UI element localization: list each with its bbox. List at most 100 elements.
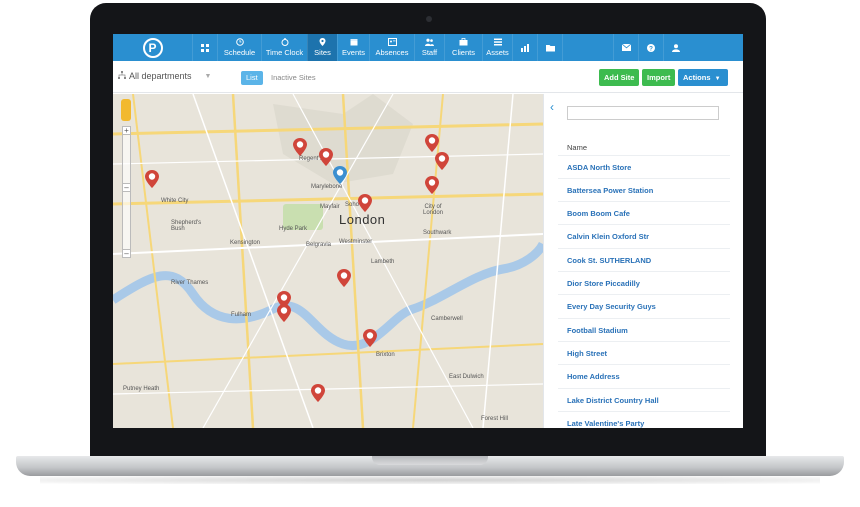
nav-label: Events [342,48,365,57]
site-list-item[interactable]: Every Day Security Guys [558,294,730,317]
site-list-item[interactable]: Dior Store Piccadilly [558,271,730,294]
map-pin-icon [318,38,327,46]
tab-inactive-sites[interactable]: Inactive Sites [271,71,316,85]
site-list-item[interactable]: Football Stadium [558,318,730,341]
site-list-item[interactable]: Lake District Country Hall [558,388,730,411]
org-tree-icon [118,71,126,81]
site-pin[interactable] [145,170,159,188]
zoom-slider[interactable]: + – – [122,126,131,258]
nav-sites[interactable]: Sites [307,34,337,61]
site-name: Calvin Klein Oxford Str [567,232,650,241]
site-pin-selected[interactable] [333,166,347,184]
map-label: East Dulwich [449,374,484,380]
logo-badge: P [142,37,163,58]
map-label: Hyde Park [279,226,308,232]
site-pin[interactable] [435,152,449,170]
site-list-item[interactable]: Battersea Power Station [558,178,730,201]
map-city-label: London [339,212,386,227]
sites-map[interactable]: + – – Regent's Marylebone Soho Mayfair C… [113,94,543,428]
nav-label: Sites [314,48,331,57]
map-label: Putney Heath [123,386,160,392]
zoom-out-icon[interactable]: – [122,249,131,258]
logo[interactable]: P [113,34,192,61]
site-pin[interactable] [358,194,372,212]
nav-label: Staff [421,48,438,57]
site-list-item[interactable]: ASDA North Store [558,155,730,178]
site-list-item[interactable]: Boom Boom Cafe [558,201,730,224]
laptop-shadow [40,476,820,484]
bar-chart-icon[interactable] [512,34,537,61]
id-card-icon [387,38,397,46]
stopwatch-icon [280,38,289,46]
tab-list[interactable]: List [241,71,263,85]
site-name: Boom Boom Cafe [567,209,630,218]
site-name: Late Valentine's Party [567,419,645,428]
nav-clients[interactable]: Clients [444,34,482,61]
map-label: Marylebone [311,184,343,190]
zoom-in-icon[interactable]: + [122,126,131,135]
site-list-item[interactable]: Late Valentine's Party [558,411,730,428]
map-label: White City [161,198,189,204]
site-name: High Street [567,349,608,358]
user-icon[interactable] [663,34,688,61]
nav-assets[interactable]: Assets [482,34,512,61]
laptop-notch [372,456,488,465]
site-pin[interactable] [311,384,325,402]
briefcase-icon [459,38,468,46]
site-list-item[interactable]: Home Address [558,364,730,387]
map-label: River Thames [171,280,209,286]
site-name: Battersea Power Station [567,186,654,195]
caret-down-icon: ▼ [714,76,721,82]
nav-label: Clients [452,48,475,57]
street-view-pegman-icon[interactable] [121,99,131,121]
site-list-item[interactable]: High Street [558,341,730,364]
calendar-icon [349,38,358,46]
map-label: Soho [345,202,360,208]
site-name: ASDA North Store [567,163,632,172]
list-icon [493,38,502,46]
collapse-chevron-left-icon[interactable]: ‹ [550,100,554,114]
help-icon[interactable]: ? [638,34,663,61]
nav-time-clock[interactable]: Time Clock [261,34,307,61]
toolbar: All departments ▼ List Inactive Sites Ad… [113,61,743,93]
map-label: Lambeth [371,259,395,265]
site-name: Lake District Country Hall [567,396,659,405]
site-pin[interactable] [337,269,351,287]
map-label: City of London [422,204,444,216]
map-label: Belgravia [306,242,332,248]
dashboard-grid-icon[interactable] [192,34,217,61]
site-pin[interactable] [425,134,439,152]
map-label: Fulham [231,312,252,318]
site-pin[interactable] [277,304,291,322]
nav-events[interactable]: Events [337,34,369,61]
map-label: Shepherd's Bush [171,220,202,232]
department-selector[interactable]: All departments ▼ [118,71,211,81]
site-name: Home Address [567,372,620,381]
nav-label: Assets [486,48,509,57]
import-button[interactable]: Import [642,69,676,86]
nav-label: Schedule [223,48,256,57]
nav-staff[interactable]: Staff [414,34,444,61]
folder-icon[interactable] [537,34,562,61]
actions-dropdown-button[interactable]: Actions ▼ [678,69,728,86]
site-pin[interactable] [363,329,377,347]
mail-icon[interactable] [613,34,638,61]
nav-schedule[interactable]: Schedule [217,34,261,61]
people-icon [425,38,434,46]
site-pin[interactable] [293,138,307,156]
actions-label: Actions [683,73,711,82]
app-screen: P Schedule Time Clock Sites Events Absen… [113,34,743,428]
zoom-handle[interactable]: – [122,183,131,192]
site-search-input[interactable] [567,106,719,120]
clock-icon [235,38,244,46]
map-label: Forest Hill [481,416,509,422]
column-header-name: Name [567,143,588,152]
nav-label: Absences [375,48,409,57]
site-list-item[interactable]: Cook St. SUTHERLAND [558,248,730,271]
department-label: All departments [129,71,192,81]
site-pin[interactable] [425,176,439,194]
nav-absences[interactable]: Absences [369,34,414,61]
site-pin[interactable] [319,148,333,166]
add-site-button[interactable]: Add Site [599,69,640,86]
site-list-item[interactable]: Calvin Klein Oxford Str [558,224,730,247]
